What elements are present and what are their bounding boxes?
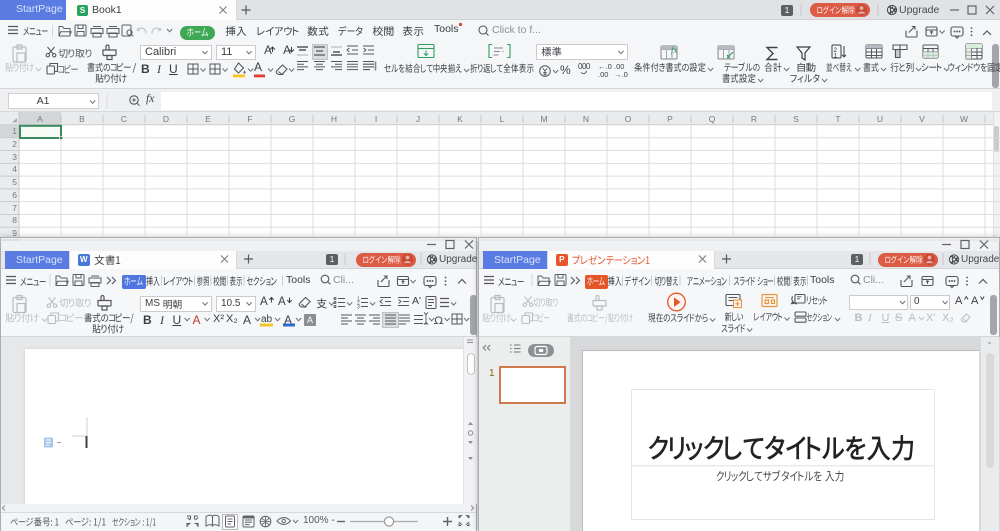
svg-text:fx: fx — [671, 45, 678, 55]
svg-text:1: 1 — [834, 53, 838, 60]
svg-text:3: 3 — [357, 305, 360, 311]
